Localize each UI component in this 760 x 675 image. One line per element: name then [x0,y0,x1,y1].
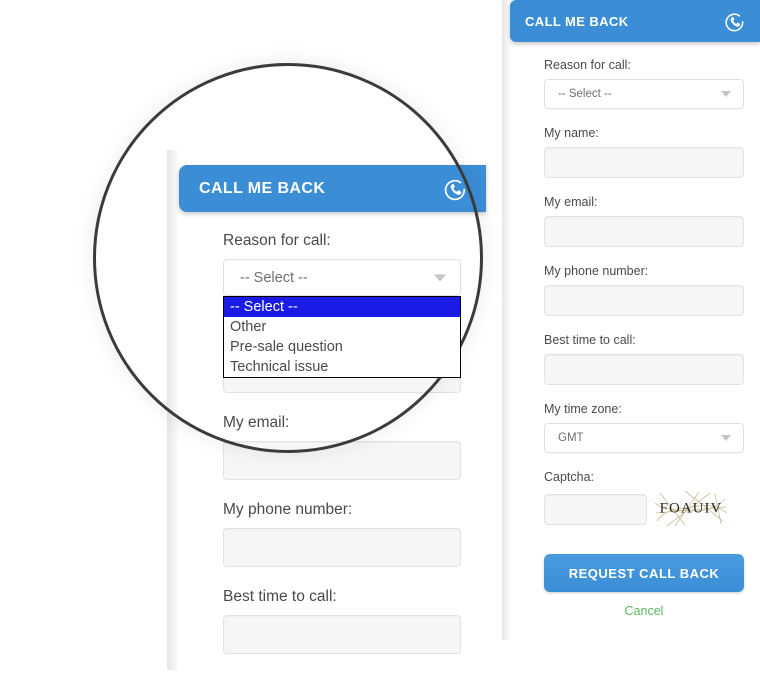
field-email: My email: [544,195,744,247]
magnified-best-time-input[interactable] [223,615,461,654]
header-title: CALL ME BACK [525,13,629,29]
option-item[interactable]: Other [224,317,460,337]
magnified-field-reason: Reason for call: -- Select -- -- Select … [223,232,487,378]
best-time-input[interactable] [544,354,744,385]
name-label: My name: [544,126,599,140]
chevron-down-icon [721,435,731,441]
callback-form: Reason for call: -- Select -- My name: M… [544,58,744,618]
option-item[interactable]: Technical issue [224,357,460,377]
magnified-reason-select[interactable]: -- Select -- [223,259,461,296]
magnified-field-email: My email: [223,414,487,480]
captcha-row: FOAUIV [544,491,744,527]
name-input[interactable] [544,147,744,178]
cancel-link[interactable]: Cancel [544,604,744,618]
callback-widget: CALL ME BACK Reason for call: -- Select … [502,0,760,640]
time-zone-value: GMT [558,432,584,444]
request-call-back-button[interactable]: REQUEST CALL BACK [544,554,744,592]
captcha-input[interactable] [544,493,647,525]
magnified-reason-label: Reason for call: [223,232,331,249]
magnified-callback-widget: CALL ME BACK Reason for call: -- Select … [167,150,487,670]
magnified-email-input[interactable] [223,441,461,480]
phone-input[interactable] [544,285,744,316]
captcha-image: FOAUIV [655,491,727,527]
magnified-phone-label: My phone number: [223,501,353,518]
option-item[interactable]: -- Select -- [224,297,460,317]
magnified-header-title: CALL ME BACK [199,179,326,197]
magnified-field-phone: My phone number: [223,501,487,567]
field-best-time: Best time to call: [544,333,744,385]
email-input[interactable] [544,216,744,247]
field-captcha: Captcha: FOAUIV [544,470,744,527]
captcha-image-text: FOAUIV [659,500,723,517]
field-name: My name: [544,126,744,178]
reason-label: Reason for call: [544,58,631,72]
magnified-form: Reason for call: -- Select -- -- Select … [223,232,487,675]
magnified-phone-input[interactable] [223,528,461,567]
reason-selected-value: -- Select -- [558,88,612,100]
option-item[interactable]: Pre-sale question [224,337,460,357]
panel-left-shadow [502,0,511,640]
chevron-down-icon [721,91,731,97]
chevron-down-icon [434,274,446,281]
best-time-label: Best time to call: [544,333,636,347]
phone-label: My phone number: [544,264,649,278]
magnified-best-time-label: Best time to call: [223,588,337,605]
time-zone-select[interactable]: GMT [544,423,744,453]
field-reason: Reason for call: -- Select -- [544,58,744,109]
panel-left-shadow [167,150,180,670]
email-label: My email: [544,195,598,209]
captcha-label: Captcha: [544,470,595,484]
field-time-zone: My time zone: GMT [544,402,744,453]
field-phone: My phone number: [544,264,744,316]
magnified-field-best-time: Best time to call: [223,588,487,654]
reason-select[interactable]: -- Select -- [544,79,744,109]
magnified-email-label: My email: [223,414,290,431]
time-zone-label: My time zone: [544,402,622,416]
magnified-reason-option-list[interactable]: -- Select -- Other Pre-sale question Tec… [223,296,461,378]
widget-header[interactable]: CALL ME BACK [510,0,760,42]
phone-callback-icon [442,176,468,202]
magnified-reason-value: -- Select -- [240,269,308,286]
phone-callback-icon[interactable] [723,10,746,33]
magnified-widget-header: CALL ME BACK [179,165,486,212]
